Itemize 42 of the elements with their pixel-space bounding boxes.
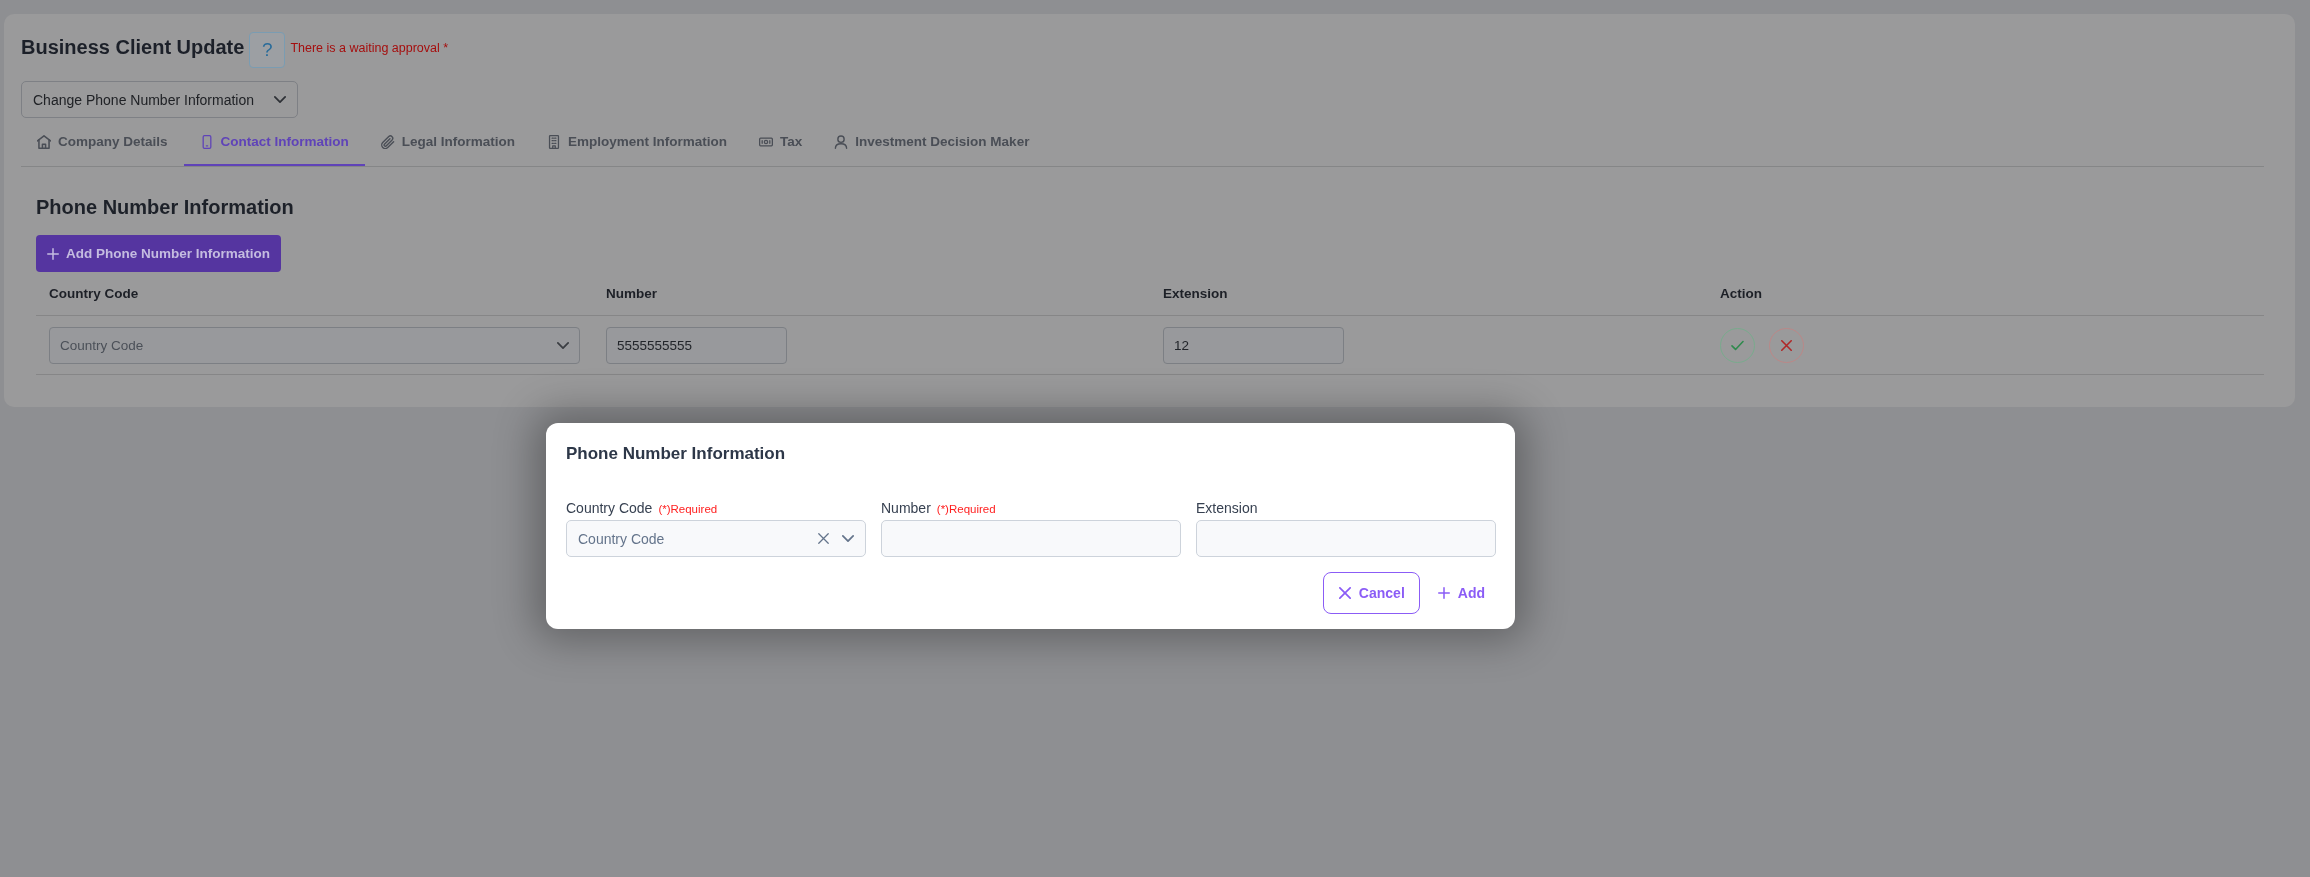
tab[interactable]: Employment Information [531, 122, 744, 166]
help-button[interactable]: ? [249, 32, 286, 68]
plus-icon [47, 247, 59, 260]
field-label: Number [881, 500, 931, 516]
building-icon [547, 135, 562, 149]
tab[interactable]: Company Details [21, 122, 184, 166]
tab[interactable]: Tax [743, 122, 819, 166]
number-input[interactable] [881, 520, 1181, 557]
column-header: Number [605, 286, 658, 301]
banknote-icon [759, 135, 774, 149]
person-icon [834, 135, 849, 149]
close-icon [1781, 339, 1792, 351]
field-label: Extension [1196, 500, 1258, 516]
tab[interactable]: Investment Decision Maker [818, 122, 1046, 166]
column-header: Extension [1162, 286, 1229, 301]
tab[interactable]: Legal Information [364, 122, 532, 166]
extension-input[interactable] [1196, 520, 1496, 557]
house-icon [37, 135, 51, 149]
close-icon [1338, 587, 1351, 599]
cancel-button[interactable]: Cancel [1322, 572, 1420, 614]
add-phone-button[interactable]: Add Phone Number Information [36, 235, 281, 272]
required-note: (*)Required [658, 503, 718, 515]
field-label: Country Code [566, 500, 653, 516]
dialog-title: Phone Number Information [566, 443, 787, 465]
tab[interactable]: Contact Information [183, 122, 365, 166]
plus-icon [1437, 587, 1450, 599]
clear-icon [818, 533, 829, 544]
chevron-down-icon [842, 535, 854, 542]
section-title: Phone Number Information [36, 195, 295, 220]
country-code-select[interactable]: Country Code [49, 326, 580, 364]
required-note: (*)Required [936, 503, 996, 515]
number-input[interactable]: 5555555555 [606, 326, 787, 364]
check-icon [1731, 339, 1744, 351]
chevron-down-icon [557, 341, 569, 349]
column-header: Country Code [48, 286, 140, 301]
page-title: Business Client Update [21, 35, 245, 60]
column-header: Action [1719, 286, 1763, 301]
extension-input[interactable]: 12 [1163, 326, 1344, 364]
chevron-down-icon [274, 96, 286, 103]
paperclip-icon [380, 135, 395, 149]
request-type-dropdown[interactable]: Change Phone Number Information [21, 81, 298, 118]
approval-notice: There is a waiting approval * [290, 41, 449, 55]
